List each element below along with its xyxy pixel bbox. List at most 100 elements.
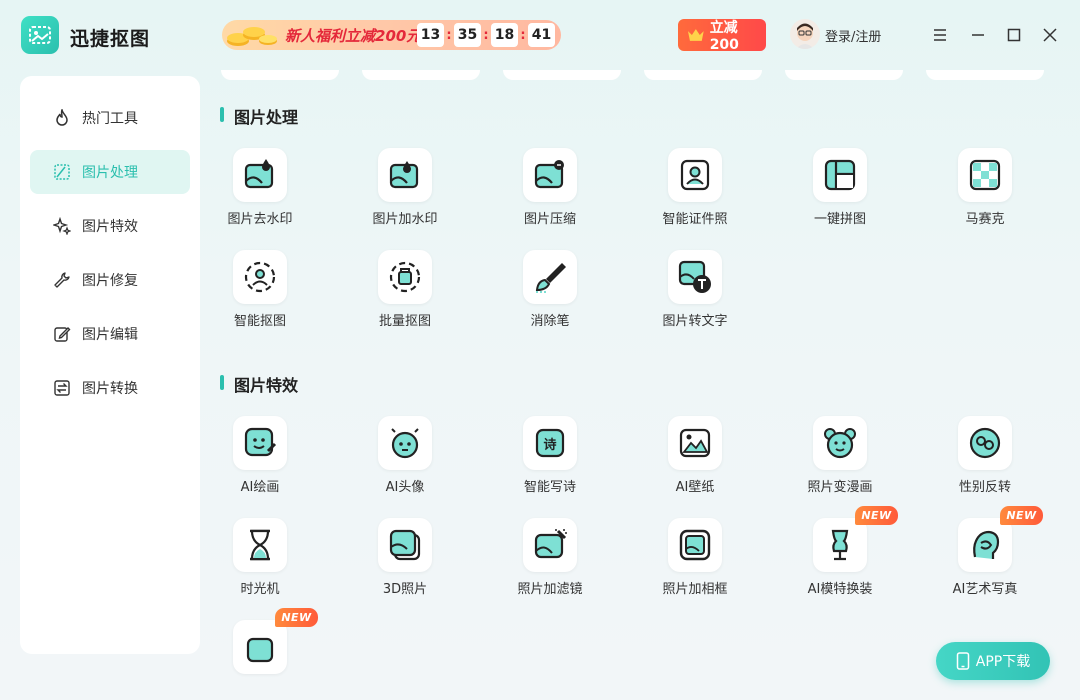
new-badge: NEW [275,608,318,627]
tool-smart-cutout[interactable]: 智能抠图 [210,250,310,340]
ai-avatar-icon [391,428,419,459]
countdown-days: 13 [417,23,444,47]
tool-gender-swap[interactable]: 性别反转 [935,416,1035,506]
tool-batch-cutout[interactable]: 批量抠图 [355,250,455,340]
section-title-image-process: 图片处理 [220,104,298,128]
sparkle-icon [52,216,72,236]
image-process-icon [52,162,72,182]
mannequin-icon [831,529,849,561]
tool-mosaic[interactable]: 马赛克 [935,148,1035,238]
minimize-icon[interactable] [968,25,988,45]
menu-icon[interactable] [930,25,950,45]
tool-ai-drawing[interactable]: AI绘画 [210,416,310,506]
tool-time-machine[interactable]: 时光机 [210,518,310,608]
wallpaper-icon [679,428,711,458]
sidebar-item-image-repair[interactable]: 图片修复 [30,258,190,302]
tool-poem[interactable]: 诗 智能写诗 [500,416,600,506]
tool-partial[interactable]: NEW [210,608,318,700]
art-portrait-icon [973,530,1000,559]
eraser-brush-icon [535,263,566,293]
app-download-button[interactable]: APP下载 [936,642,1050,680]
frame-icon [679,529,711,561]
crown-icon [687,29,704,41]
tool-ai-avatar[interactable]: AI头像 [355,416,455,506]
svg-text:诗: 诗 [543,437,556,453]
discount-label: 立减200 [709,20,739,53]
tool-eraser[interactable]: 消除笔 [500,250,600,340]
scrolled-card [503,70,621,80]
close-icon[interactable] [1040,25,1060,45]
tool-3d-photo[interactable]: 3D照片 [355,518,455,608]
login-register-link[interactable]: 登录/注册 [825,26,881,45]
tool-image-to-text[interactable]: 图片转文字 [645,250,745,340]
remove-watermark-icon [244,159,274,189]
convert-icon [52,378,72,398]
sidebar-item-image-edit[interactable]: 图片编辑 [30,312,190,356]
scrolled-card [362,70,480,80]
coins-icon [227,27,277,46]
image-to-text-icon [678,260,711,293]
id-photo-icon [680,159,710,191]
app-download-label: APP下载 [975,654,1031,670]
phone-icon [956,652,970,670]
gender-swap-icon [969,427,1001,459]
hourglass-icon [250,529,270,561]
filter-icon [534,529,567,559]
new-badge: NEW [1000,506,1043,525]
sidebar-item-label: 图片编辑 [82,327,138,343]
partial-tool-icon [246,637,274,663]
cartoon-icon [824,428,856,459]
tool-collage[interactable]: 一键拼图 [790,148,890,238]
smart-cutout-icon [244,261,276,293]
tool-add-watermark[interactable]: 图片加水印 [355,148,455,238]
collage-icon [824,159,856,191]
avatar[interactable] [790,19,820,49]
tool-photo-to-cartoon[interactable]: 照片变漫画 [790,416,890,506]
ai-drawing-icon [244,427,277,457]
tool-id-photo[interactable]: 智能证件照 [645,148,745,238]
scrolled-card [221,70,339,80]
tool-ai-model-outfit[interactable]: NEW AI模特换装 [790,506,898,608]
maximize-icon[interactable] [1004,25,1024,45]
tool-photo-filter[interactable]: 照片加滤镜 [500,518,600,608]
sidebar-item-label: 图片处理 [82,165,138,181]
3d-photo-icon [389,529,421,561]
sidebar-item-image-process[interactable]: 图片处理 [30,150,190,194]
countdown-seconds: 41 [528,23,555,47]
sidebar-item-label: 图片转换 [82,381,138,397]
title-bar: 迅捷抠图 新人福利立减200元 13 : 35 : 18 : 41 立减200 … [0,0,1080,70]
mosaic-icon [969,159,1001,191]
tool-remove-watermark[interactable]: 图片去水印 [210,148,310,238]
scrolled-card [644,70,762,80]
wrench-icon [52,270,72,290]
scrolled-card [785,70,903,80]
edit-icon [52,324,72,344]
promo-text: 新人福利立减200元 [285,27,422,45]
add-watermark-icon [389,161,419,189]
tool-grid-area: 图片处理 图片去水印 图片加水印 图片压缩 智能证件照 一键拼图 马赛克 智能抠… [210,70,1070,700]
app-title: 迅捷抠图 [70,28,151,50]
tool-photo-frame[interactable]: 照片加相框 [645,518,745,608]
discount-button[interactable]: 立减200 [678,19,766,53]
poem-icon: 诗 [535,428,565,458]
section-title-image-effects: 图片特效 [220,372,298,396]
sidebar-item-label: 热门工具 [82,111,138,127]
tool-ai-wallpaper[interactable]: AI壁纸 [645,416,745,506]
sidebar-item-hot-tools[interactable]: 热门工具 [30,96,190,140]
countdown-hours: 35 [454,23,481,47]
countdown-timer: 13 : 35 : 18 : 41 [417,23,555,47]
sidebar-item-label: 图片修复 [82,273,138,289]
batch-cutout-icon [389,261,421,293]
tool-ai-art-portrait[interactable]: NEW AI艺术写真 [935,506,1043,608]
compress-icon [534,160,564,189]
scrolled-card [926,70,1044,80]
app-logo-icon [21,16,59,54]
countdown-minutes: 18 [491,23,518,47]
sidebar-item-image-effects[interactable]: 图片特效 [30,204,190,248]
new-badge: NEW [855,506,898,525]
sidebar: 热门工具 图片处理 图片特效 图片修复 图片编辑 图片转换 [20,76,200,654]
flame-icon [52,108,72,128]
sidebar-item-label: 图片特效 [82,219,138,235]
sidebar-item-image-convert[interactable]: 图片转换 [30,366,190,410]
tool-compress[interactable]: 图片压缩 [500,148,600,238]
